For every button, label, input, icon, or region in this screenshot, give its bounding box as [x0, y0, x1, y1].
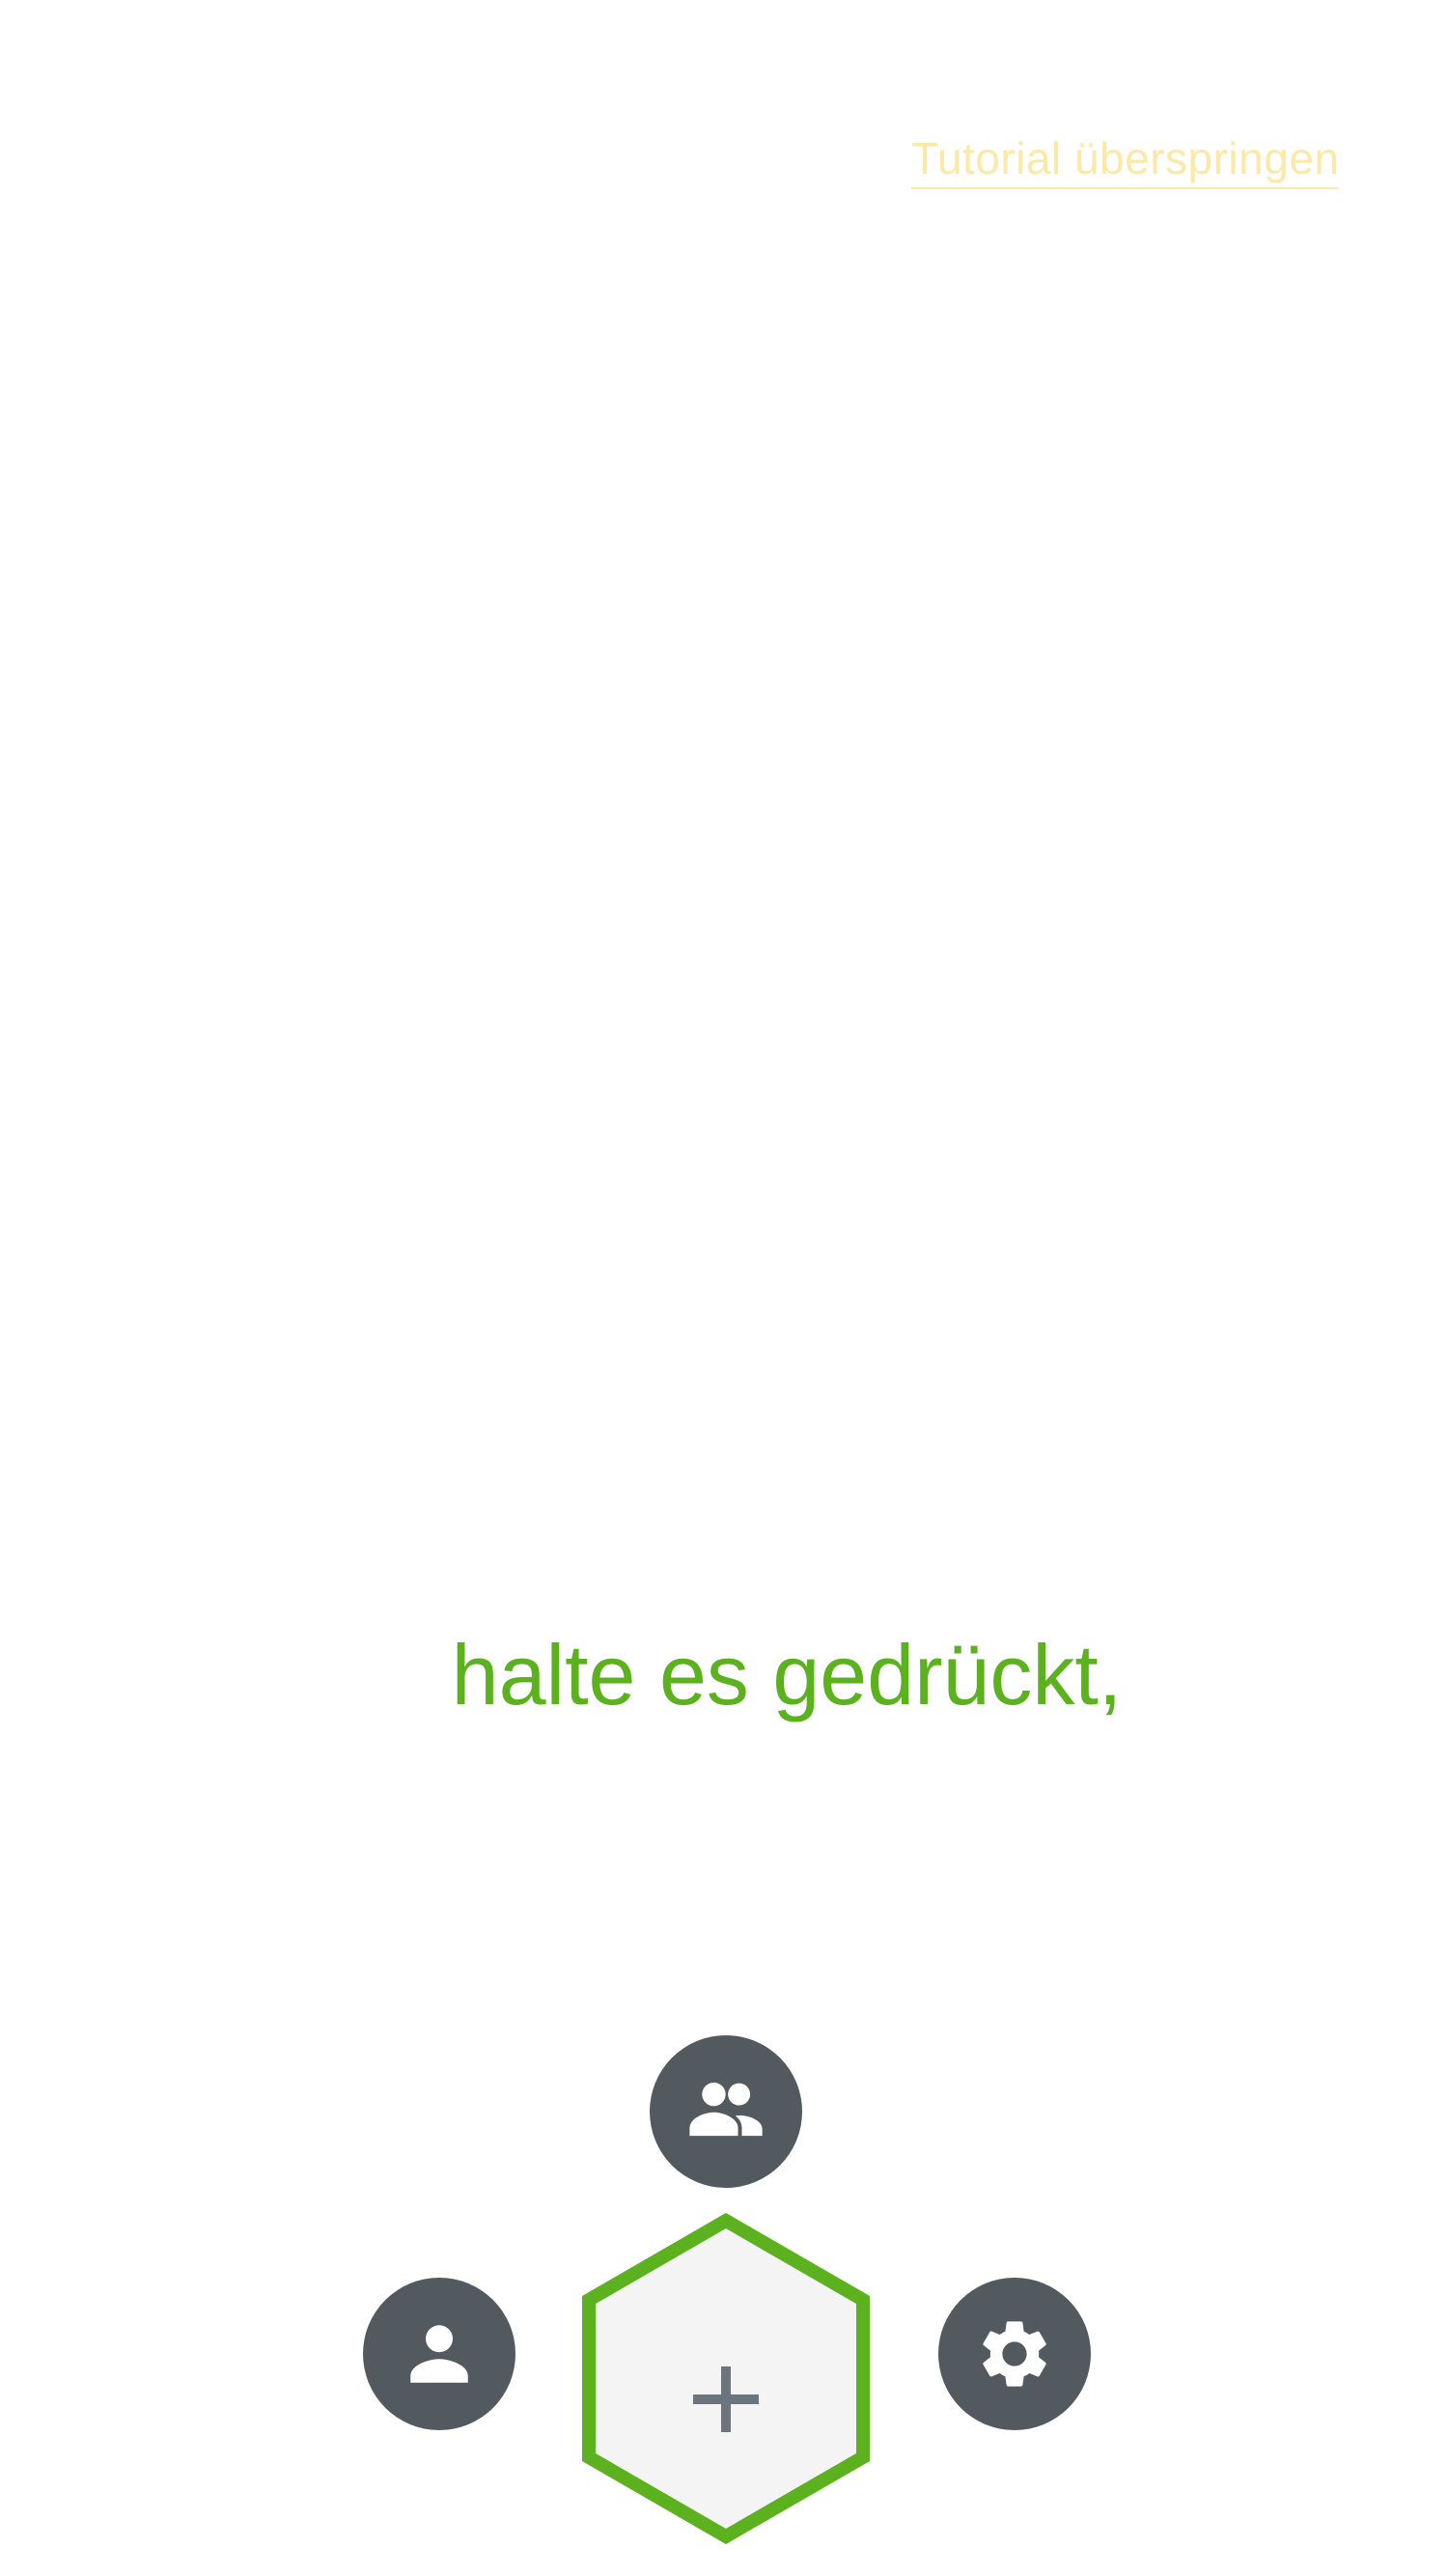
add-button[interactable]: [579, 2211, 873, 2544]
group-icon: [689, 2082, 763, 2137]
person-icon: [410, 2325, 468, 2383]
friends-button[interactable]: [650, 2035, 802, 2188]
tutorial-hint-text: halte es gedrückt,: [451, 1627, 1123, 1722]
gear-icon: [983, 2321, 1046, 2387]
profile-button[interactable]: [363, 2278, 515, 2430]
skip-tutorial-link[interactable]: Tutorial überspringen: [911, 131, 1340, 189]
settings-button[interactable]: [938, 2278, 1091, 2430]
